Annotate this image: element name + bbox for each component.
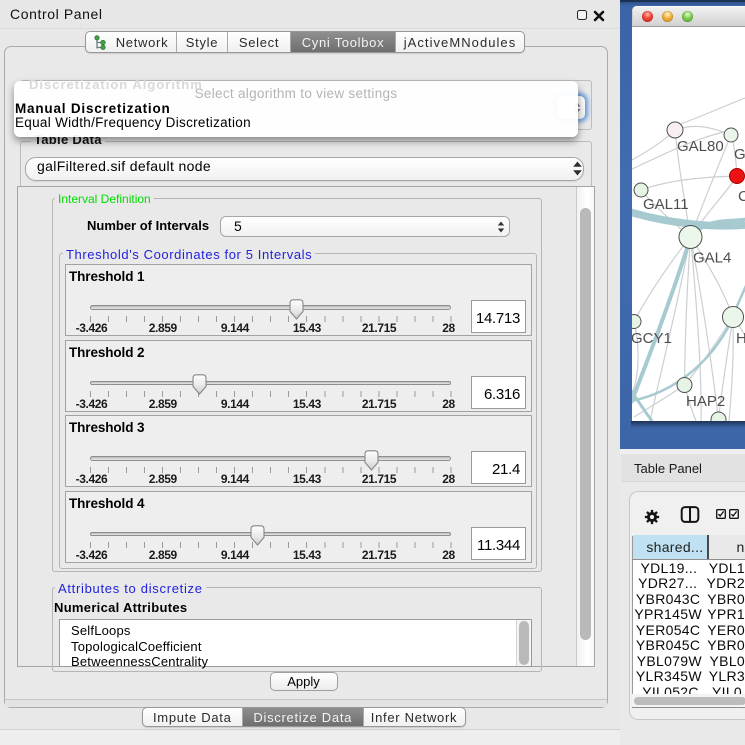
svg-text:H: H bbox=[736, 330, 745, 347]
svg-text:HAP2: HAP2 bbox=[686, 393, 725, 410]
svg-text:GCY1: GCY1 bbox=[632, 330, 672, 347]
svg-text:GA: GA bbox=[734, 146, 745, 163]
svg-text:C: C bbox=[738, 188, 745, 205]
svg-text:GAL4: GAL4 bbox=[693, 250, 731, 267]
svg-text:GAL11: GAL11 bbox=[643, 196, 689, 213]
svg-text:GAL80: GAL80 bbox=[677, 138, 724, 155]
